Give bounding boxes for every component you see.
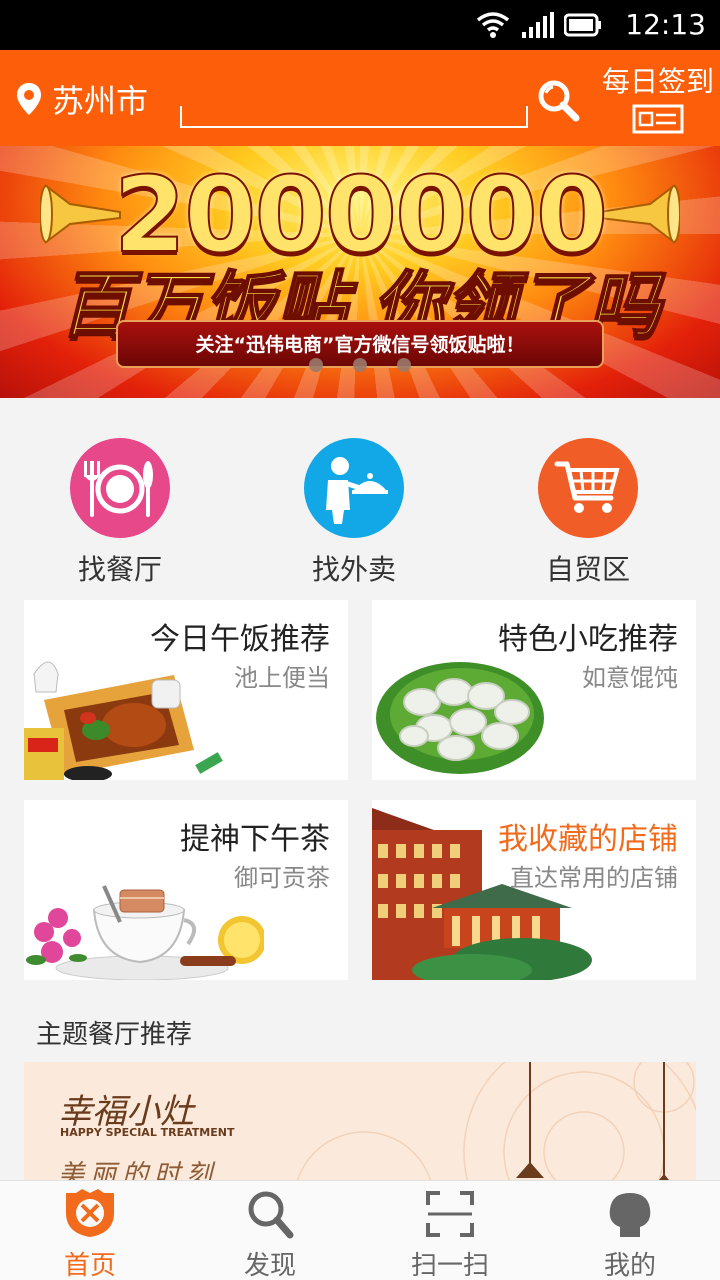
card-title: 我收藏的店铺 — [498, 822, 678, 857]
card-afternoon-tea[interactable]: 提神下午茶 御可贡茶 — [24, 800, 348, 980]
tea-image — [24, 840, 264, 980]
shopping-cart-icon — [538, 438, 638, 538]
status-icons — [476, 12, 602, 38]
pager-dot[interactable] — [309, 358, 323, 372]
tab-label: 发现 — [243, 1251, 296, 1280]
top-header: 苏州市 每日签到 — [0, 50, 720, 146]
tab-label: 扫一扫 — [410, 1251, 489, 1280]
profile-head-icon — [609, 1193, 651, 1237]
tab-label: 首页 — [63, 1251, 116, 1280]
waiter-icon — [304, 438, 404, 538]
pager-dot[interactable] — [397, 358, 411, 372]
clock: 12:13 — [625, 8, 706, 41]
tab-mine[interactable]: 我的 — [540, 1181, 720, 1280]
home-emblem-icon — [66, 1189, 114, 1237]
daily-checkin-label[interactable]: 每日签到 — [602, 60, 714, 100]
card-title: 今日午饭推荐 — [150, 622, 330, 657]
quick-nav-label: 找外卖 — [311, 553, 396, 586]
quick-nav-takeout[interactable]: 找外卖 — [274, 438, 434, 588]
quick-nav-find-restaurant[interactable]: 找餐厅 — [40, 438, 200, 588]
bottom-tab-bar: 首页 发现 扫一扫 我的 — [0, 1180, 720, 1280]
tab-discover[interactable]: 发现 — [180, 1181, 360, 1280]
scan-frame-icon — [426, 1191, 474, 1237]
promo-banner[interactable]: 2000000 百万饭贴 你领了吗 关注“迅伟电商”官方微信号领饭贴啦！ — [0, 146, 720, 398]
card-lunch-recommend[interactable]: 今日午饭推荐 池上便当 — [24, 600, 348, 780]
quick-nav-label: 自贸区 — [545, 553, 630, 586]
tab-label: 我的 — [603, 1251, 656, 1280]
pager-dot[interactable] — [353, 358, 367, 372]
magnifier-icon — [248, 1191, 294, 1239]
battery-icon — [564, 13, 601, 37]
quick-nav-free-trade[interactable]: 自贸区 — [508, 438, 668, 588]
wifi-icon — [476, 12, 510, 38]
card-title: 特色小吃推荐 — [498, 622, 678, 657]
plate-cutlery-icon — [70, 438, 170, 538]
search-icon[interactable] — [536, 78, 580, 122]
card-subtitle: 直达常用的店铺 — [510, 864, 678, 892]
tab-home[interactable]: 首页 — [0, 1181, 180, 1280]
status-bar: 12:13 — [0, 0, 720, 50]
card-subtitle: 如意馄饨 — [582, 664, 678, 692]
signal-icon — [522, 12, 554, 38]
card-subtitle: 池上便当 — [234, 664, 330, 692]
card-snack-recommend[interactable]: 特色小吃推荐 如意馄饨 — [372, 600, 696, 780]
city-selector[interactable]: 苏州市 — [52, 76, 148, 122]
banner-pager — [0, 358, 720, 372]
card-subtitle: 御可贡茶 — [234, 864, 330, 892]
restaurant-brand-en: HAPPY SPECIAL TREATMENT — [60, 1126, 235, 1139]
section-title: 主题餐厅推荐 — [36, 1020, 193, 1050]
quick-nav: 找餐厅 找外卖 自贸区 — [0, 398, 720, 598]
location-pin-icon[interactable] — [16, 82, 42, 116]
banner-ribbon-text: 关注“迅伟电商”官方微信号领饭贴啦！ — [195, 334, 525, 356]
quick-nav-label: 找餐厅 — [77, 553, 162, 586]
search-input[interactable] — [186, 90, 522, 124]
card-icon[interactable] — [632, 104, 684, 134]
card-title: 提神下午茶 — [180, 822, 330, 857]
tab-scan[interactable]: 扫一扫 — [360, 1181, 540, 1280]
card-favorite-shops[interactable]: 我收藏的店铺 直达常用的店铺 — [372, 800, 696, 980]
